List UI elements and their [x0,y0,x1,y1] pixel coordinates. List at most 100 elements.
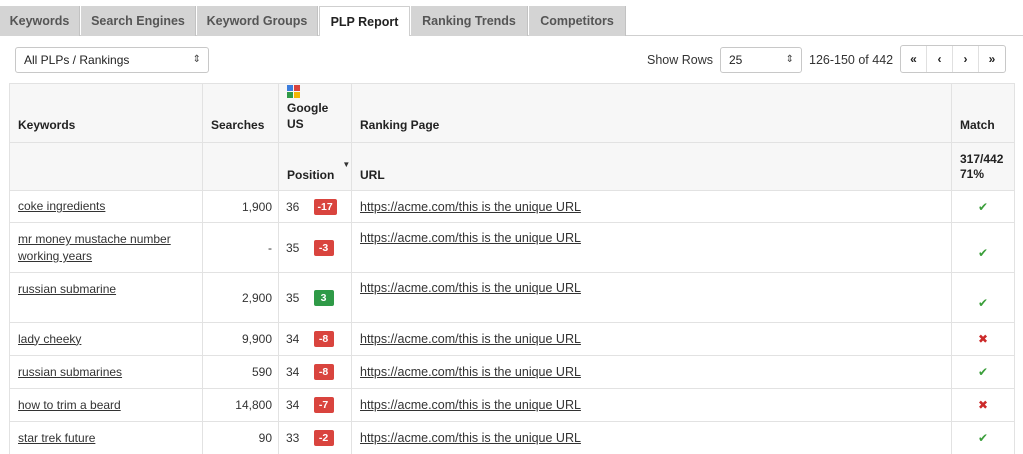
position-cell: 34 [278,322,310,356]
table-row: russian submarines 590 34 -8 https://acme.co… [9,355,1015,389]
rank-change-badge: -17 [313,198,337,215]
table-row: mr money mustache number working years -3… [9,222,1015,273]
tab-search-engines[interactable]: Search Engines [81,6,196,36]
show-rows-label: Show Rows [647,53,713,67]
tab-ranking-trends[interactable]: Ranking Trends [411,6,528,36]
url-cell: https://acme.com/this is the unique URL [351,322,952,356]
ranking-url-link[interactable]: https://acme.com/this is the unique URL [360,365,581,379]
rank-change-badge: -3 [313,239,334,256]
position-label: Position [287,168,335,182]
rank-change-badge: -2 [313,430,334,446]
keyword-link[interactable]: coke ingredients [18,199,105,213]
keyword-cell: russian submarines [9,355,203,389]
keyword-link[interactable]: russian submarine [18,282,116,296]
plp-report-panel: All PLPs / Rankings ⇕ Show Rows 25 ⇕ 126… [0,36,1023,454]
position-cell: 34 [278,355,310,389]
tab-competitors[interactable]: Competitors [529,6,626,36]
tab-keyword-groups[interactable]: Keyword Groups [197,6,318,36]
searches-cell: 90 [202,421,279,454]
rows-per-page-value: 25 [729,53,743,67]
tab-keywords[interactable]: Keywords [0,6,80,36]
col-header-searches[interactable]: Searches [202,83,279,143]
col-header-engine: Google US [278,83,352,143]
sort-desc-icon: ▼ [342,160,351,169]
pagination-range: 126-150 of 442 [809,53,894,67]
rank-change-badge: -7 [313,397,334,413]
match-percent: 71% [960,167,985,181]
change-cell: 3 [309,272,352,323]
match-count: 317/442 [960,152,1004,166]
prev-page-button[interactable]: ‹ [927,46,953,72]
match-cell: ✖ [951,388,1015,422]
url-cell: https://acme.com/this is the unique URL [351,190,952,223]
table-row: russian submarine 2,900 35 3 https://acme.co… [9,272,1015,323]
position-cell: 35 [278,272,310,323]
keyword-link[interactable]: how to trim a beard [18,398,121,412]
subheader-empty [9,142,203,191]
change-cell: -3 [309,222,352,273]
check-icon: ✔ [977,199,989,214]
engine-name: Google [287,101,329,115]
ranking-url-link[interactable]: https://acme.com/this is the unique URL [360,231,581,245]
keyword-cell: coke ingredients [9,190,203,223]
change-cell: -8 [309,322,352,356]
searches-cell: 1,900 [202,190,279,223]
rank-change-badge: -8 [313,331,334,347]
first-page-button[interactable]: « [901,46,927,72]
url-cell: https://acme.com/this is the unique URL [351,222,952,273]
ranking-url-link[interactable]: https://acme.com/this is the unique URL [360,332,581,346]
url-cell: https://acme.com/this is the unique URL [351,355,952,389]
position-cell: 36 [278,190,310,223]
select-arrow-icon: ⇕ [785,54,794,65]
rank-change-badge: -8 [313,364,334,380]
change-cell: -17 [309,190,352,223]
keyword-link[interactable]: russian submarines [18,365,122,379]
last-page-button[interactable]: » [979,46,1005,72]
match-cell: ✖ [951,322,1015,356]
table-header-row: Keywords Searches Google US Ranking Page… [9,83,1015,143]
check-icon: ✔ [977,431,989,445]
keyword-link[interactable]: mr money mustache number working years [18,232,171,263]
engine-region: US [287,117,304,131]
subheader-empty [202,142,279,191]
cross-icon: ✖ [977,398,989,412]
col-header-match: Match [951,83,1015,143]
keyword-cell: lady cheeky [9,322,203,356]
change-cell: -8 [309,355,352,389]
plp-filter-select[interactable]: All PLPs / Rankings ⇕ [15,47,209,73]
match-summary: 317/442 71% [951,142,1015,191]
ranking-url-link[interactable]: https://acme.com/this is the unique URL [360,200,581,214]
position-cell: 33 [278,421,310,454]
next-page-button[interactable]: › [953,46,979,72]
table-row: star trek future 90 33 -2 https://acme.com/t… [9,421,1015,454]
ranking-url-link[interactable]: https://acme.com/this is the unique URL [360,431,581,445]
match-cell: ✔ [951,421,1015,454]
searches-cell: 9,900 [202,322,279,356]
keyword-cell: mr money mustache number working years [9,222,203,273]
ranking-url-link[interactable]: https://acme.com/this is the unique URL [360,281,581,295]
col-header-keywords[interactable]: Keywords [9,83,203,143]
col-header-position[interactable]: Position ▼ [278,142,352,191]
plp-filter-value: All PLPs / Rankings [24,53,130,67]
keyword-cell: how to trim a beard [9,388,203,422]
keyword-link[interactable]: star trek future [18,431,95,445]
keyword-cell: star trek future [9,421,203,454]
cross-icon: ✖ [977,332,989,346]
table-subheader-row: Position ▼ URL 317/442 71% [9,142,1015,191]
change-cell: -2 [309,421,352,454]
url-cell: https://acme.com/this is the unique URL [351,388,952,422]
select-arrow-icon: ⇕ [192,54,201,65]
keyword-link[interactable]: lady cheeky [18,332,81,346]
col-header-ranking-page: Ranking Page [351,83,952,143]
rows-per-page-select[interactable]: 25 ⇕ [720,47,802,73]
match-cell: ✔ [951,222,1015,273]
ranking-url-link[interactable]: https://acme.com/this is the unique URL [360,398,581,412]
change-cell: -7 [309,388,352,422]
check-icon: ✔ [977,296,989,310]
url-cell: https://acme.com/this is the unique URL [351,272,952,323]
tab-plp-report[interactable]: PLP Report [319,6,410,37]
check-icon: ✔ [977,365,989,379]
match-cell: ✔ [951,190,1015,223]
table-row: lady cheeky 9,900 34 -8 https://acme.com/thi… [9,322,1015,356]
searches-cell: 590 [202,355,279,389]
